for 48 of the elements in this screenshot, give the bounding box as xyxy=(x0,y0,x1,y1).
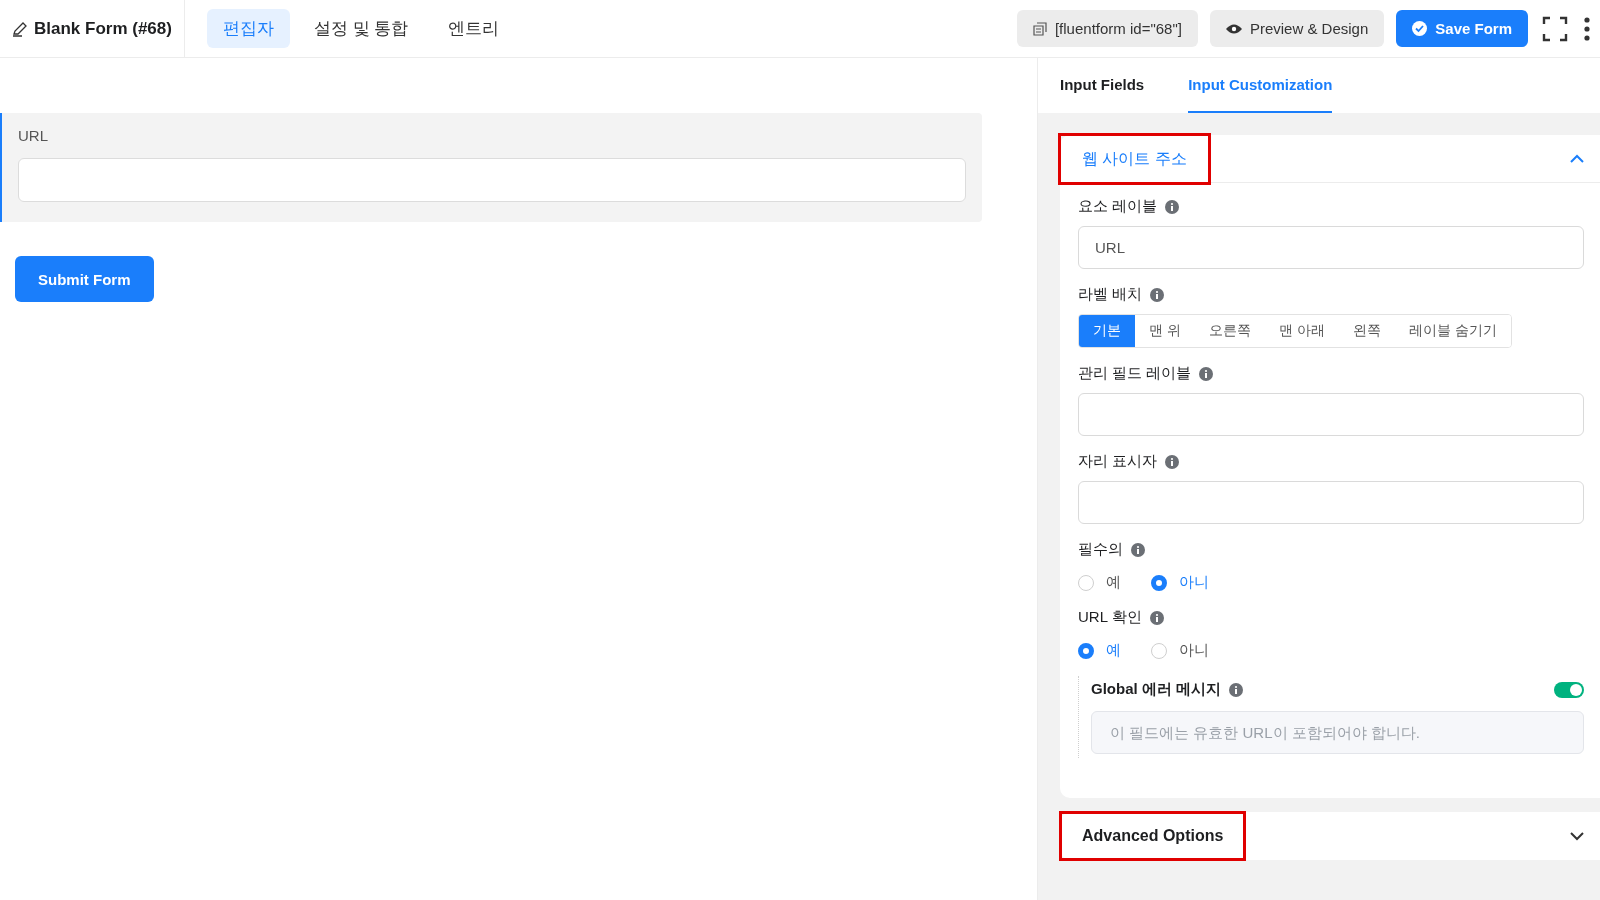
placement-option[interactable]: 기본 xyxy=(1079,315,1135,347)
error-message-input[interactable]: 이 필드에는 유효한 URL이 포함되어야 합니다. xyxy=(1091,711,1584,754)
sidebar-tab[interactable]: Input Customization xyxy=(1188,58,1333,113)
sidebar-tab[interactable]: Input Fields xyxy=(1060,58,1145,113)
radio-label: 예 xyxy=(1106,573,1121,592)
nav-tab[interactable]: 설정 및 통합 xyxy=(297,9,425,48)
field-label: URL xyxy=(18,127,49,144)
shortcode-button[interactable]: [fluentform id="68"] xyxy=(1016,10,1198,47)
field-card[interactable]: URL xyxy=(0,113,982,222)
chevron-icon[interactable] xyxy=(1570,831,1584,841)
eye-icon xyxy=(1225,23,1242,34)
url-input[interactable] xyxy=(18,158,966,202)
setting-label: URL 확인 xyxy=(1078,608,1142,627)
setting-label: Global 에러 메시지 xyxy=(1091,680,1221,699)
toggle-switch[interactable] xyxy=(1554,681,1584,698)
radio-label: 아니 xyxy=(1179,573,1209,592)
setting-label: 자리 표시자 xyxy=(1078,452,1158,471)
section-title[interactable]: 웹 사이트 주소 xyxy=(1060,134,1209,183)
info-icon xyxy=(1131,542,1145,557)
text-input[interactable] xyxy=(1078,481,1584,524)
setting-label: 필수의 xyxy=(1078,540,1123,559)
radio-button[interactable] xyxy=(1151,642,1167,659)
setting-label: 라벨 배치 xyxy=(1078,285,1143,304)
setting-label: 관리 필드 레이블 xyxy=(1078,364,1192,383)
check-circle-icon xyxy=(1412,21,1428,36)
radio-button[interactable] xyxy=(1078,574,1094,591)
info-icon xyxy=(1229,682,1243,697)
radio-label: 예 xyxy=(1106,641,1121,660)
submit-button[interactable]: Submit Form xyxy=(15,256,154,302)
text-input[interactable] xyxy=(1078,393,1584,436)
info-icon xyxy=(1165,199,1180,214)
save-button[interactable]: Save Form xyxy=(1396,10,1528,47)
pencil-icon xyxy=(12,20,28,37)
radio-button[interactable] xyxy=(1151,574,1167,591)
setting-label: 요소 레이블 xyxy=(1078,197,1158,216)
section-title[interactable]: Advanced Options xyxy=(1060,812,1246,860)
info-icon xyxy=(1165,454,1180,469)
text-input[interactable]: URL xyxy=(1078,226,1584,269)
copy-icon xyxy=(1032,21,1047,36)
info-icon xyxy=(1149,610,1164,625)
preview-button[interactable]: Preview & Design xyxy=(1209,10,1385,47)
info-icon xyxy=(1150,287,1165,302)
radio-button[interactable] xyxy=(1078,642,1094,659)
form-title: Blank Form (#68) xyxy=(34,18,172,39)
more-icon[interactable] xyxy=(1582,14,1592,43)
radio-label: 아니 xyxy=(1179,641,1209,660)
nav-tab[interactable]: 엔트리 xyxy=(432,9,516,48)
info-icon xyxy=(1199,366,1214,381)
